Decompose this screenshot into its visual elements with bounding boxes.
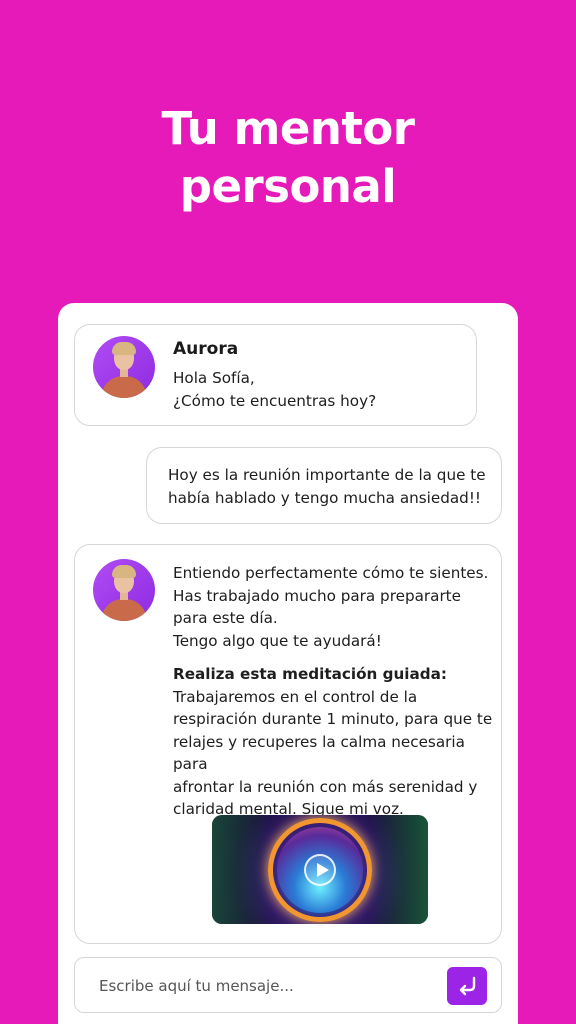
message-text: Hoy es la reunión importante de la que t… xyxy=(168,464,486,509)
meditation-heading: Realiza esta meditación guiada: xyxy=(173,665,447,683)
meditation-video-thumbnail[interactable] xyxy=(212,815,428,924)
message-line: Has trabajado mucho para prepararte xyxy=(173,586,461,605)
chat-card: Aurora Hola Sofía, ¿Cómo te encuentras h… xyxy=(58,303,518,1024)
message-line: Hoy es la reunión importante de la que t… xyxy=(168,466,486,484)
assistant-message-meditation: Entiendo perfectamente cómo te sientes. … xyxy=(74,544,502,944)
message-line: Trabajaremos en el control de la xyxy=(173,687,418,706)
message-input-bar[interactable]: Escribe aquí tu mensaje... xyxy=(74,957,502,1013)
assistant-message-greeting: Aurora Hola Sofía, ¿Cómo te encuentras h… xyxy=(74,324,477,426)
message-line: afrontar la reunión con más serenidad y xyxy=(173,777,478,796)
mentor-avatar xyxy=(93,559,155,621)
message-input[interactable]: Escribe aquí tu mensaje... xyxy=(99,977,294,995)
headline: Tu mentor personal xyxy=(0,100,576,216)
mentor-avatar xyxy=(93,336,155,398)
message-line: Tengo algo que te ayudará! xyxy=(173,631,382,650)
headline-line-2: personal xyxy=(179,160,397,213)
play-icon[interactable] xyxy=(304,853,336,886)
message-line: había hablado y tengo mucha ansiedad!! xyxy=(168,488,481,507)
message-line: para este día. xyxy=(173,609,278,627)
message-line: Entiendo perfectamente cómo te sientes. xyxy=(173,564,489,582)
message-line: relajes y recuperes la calma necesaria p… xyxy=(173,732,465,774)
return-arrow-icon xyxy=(459,976,476,996)
message-text: Hola Sofía, ¿Cómo te encuentras hoy? xyxy=(173,367,376,412)
message-line: Hola Sofía, xyxy=(173,369,255,387)
message-text: Entiendo perfectamente cómo te sientes. … xyxy=(173,562,493,821)
headline-line-1: Tu mentor xyxy=(161,102,415,155)
message-line: respiración durante 1 minuto, para que t… xyxy=(173,710,493,728)
user-message: Hoy es la reunión importante de la que t… xyxy=(146,447,502,524)
message-line: ¿Cómo te encuentras hoy? xyxy=(173,391,377,410)
send-button[interactable] xyxy=(447,967,487,1005)
sender-name: Aurora xyxy=(173,339,239,359)
